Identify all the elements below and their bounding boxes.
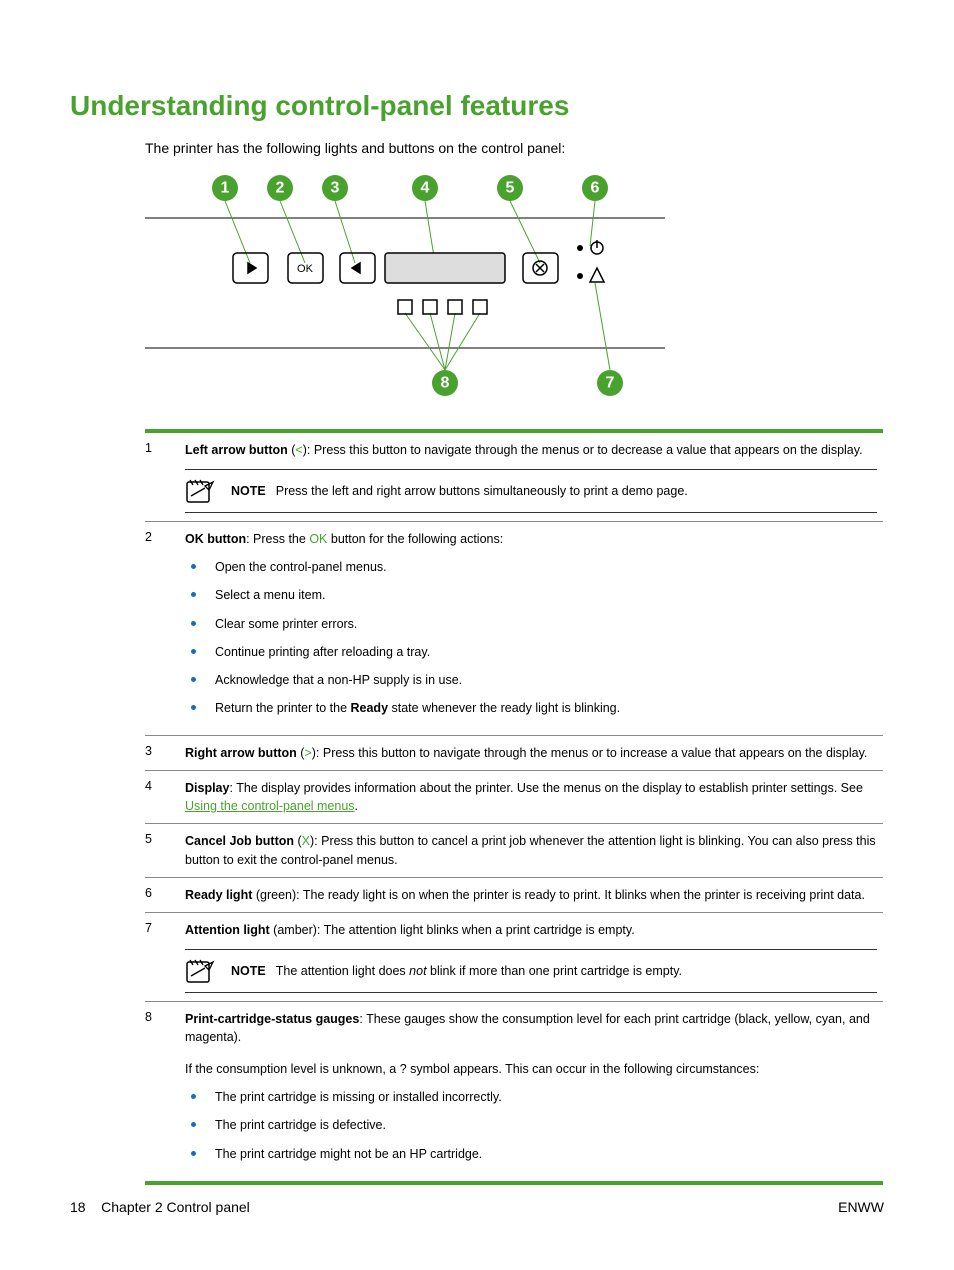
feature-table: 1 Left arrow button (<): Press this butt… [145,429,883,1185]
note-box: NOTEPress the left and right arrow butto… [185,469,877,513]
row-number: 4 [145,771,185,824]
svg-text:5: 5 [506,180,515,197]
row-number: 6 [145,877,185,912]
page-heading: Understanding control-panel features [70,90,884,122]
note-icon [185,958,215,984]
control-panel-diagram: 1 2 3 4 5 6 8 7 [145,168,884,411]
ok-button: OK [288,253,323,283]
display [385,253,505,283]
table-row: 2 OK button: Press the OK button for the… [145,522,883,736]
table-row: 5 Cancel Job button (X): Press this butt… [145,824,883,877]
callout-8: 8 [432,370,458,396]
callout-1: 1 [212,175,238,201]
svg-text:6: 6 [591,180,600,197]
svg-text:1: 1 [221,180,230,197]
row-number: 7 [145,912,185,1001]
table-row: 6 Ready light (green): The ready light i… [145,877,883,912]
callout-3: 3 [322,175,348,201]
right-arrow-button [340,253,375,283]
callout-6: 6 [582,175,608,201]
row-number: 8 [145,1001,185,1182]
page-footer: 18 Chapter 2 Control panel ENWW [70,1199,884,1215]
link-control-panel-menus[interactable]: Using the control-panel menus [185,799,355,813]
svg-text:OK: OK [297,263,314,275]
cancel-button [523,253,558,283]
row-number: 5 [145,824,185,877]
callout-2: 2 [267,175,293,201]
table-row: 8 Print-cartridge-status gauges: These g… [145,1001,883,1182]
callout-4: 4 [412,175,438,201]
left-arrow-button [233,253,268,283]
attention-icon [590,268,604,282]
row-number: 1 [145,431,185,522]
callout-7: 7 [597,370,623,396]
ready-light-dot [577,245,583,251]
row-number: 3 [145,736,185,771]
row-number: 2 [145,522,185,736]
svg-text:2: 2 [276,180,285,197]
table-row: 4 Display: The display provides informat… [145,771,883,824]
attention-light-dot [577,273,583,279]
svg-text:4: 4 [421,180,430,197]
cartridge-gauges [398,300,487,314]
svg-text:3: 3 [331,180,340,197]
callout-5: 5 [497,175,523,201]
svg-text:8: 8 [441,375,450,392]
table-row: 1 Left arrow button (<): Press this butt… [145,431,883,522]
power-icon [591,240,603,254]
intro-text: The printer has the following lights and… [145,140,884,156]
table-row: 3 Right arrow button (>): Press this but… [145,736,883,771]
note-icon [185,478,215,504]
svg-text:7: 7 [606,375,615,392]
note-box: NOTEThe attention light does not blink i… [185,949,877,993]
table-row: 7 Attention light (amber): The attention… [145,912,883,1001]
